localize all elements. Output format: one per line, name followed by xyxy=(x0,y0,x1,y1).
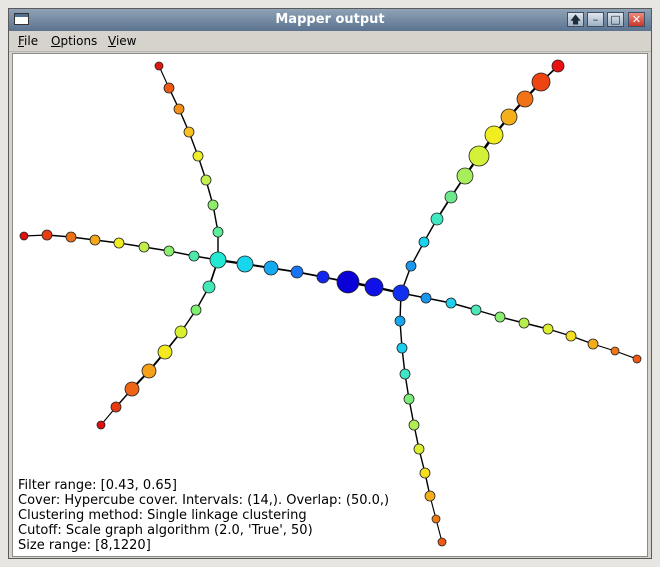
graph-node[interactable] xyxy=(610,346,620,356)
mapper-graph-canvas[interactable]: Filter range: [0.43, 0.65] Cover: Hyperc… xyxy=(12,53,648,557)
graph-node[interactable] xyxy=(41,229,53,241)
graph-node[interactable] xyxy=(396,342,408,354)
graph-node[interactable] xyxy=(494,311,506,323)
graph-node[interactable] xyxy=(500,108,518,126)
menu-bar: File Options View xyxy=(9,31,651,52)
graph-node[interactable] xyxy=(565,330,577,342)
graph-node[interactable] xyxy=(316,270,330,284)
graph-node[interactable] xyxy=(89,234,101,246)
graph-node[interactable] xyxy=(542,323,554,335)
graph-node[interactable] xyxy=(138,241,150,253)
graph-node[interactable] xyxy=(290,265,304,279)
graph-node[interactable] xyxy=(236,255,254,273)
menu-options[interactable]: Options xyxy=(51,34,97,48)
graph-node[interactable] xyxy=(551,59,565,73)
graph-node[interactable] xyxy=(209,251,227,269)
cover-text: Cover: Hypercube cover. Intervals: (14,)… xyxy=(18,493,390,508)
graph-node[interactable] xyxy=(154,61,164,71)
menu-file[interactable]: File xyxy=(18,34,38,48)
graph-node[interactable] xyxy=(468,145,490,167)
graph-edges xyxy=(23,65,638,543)
graph-node[interactable] xyxy=(157,344,173,360)
mapper-output-window: Mapper output 🡅 – □ ✕ File Options View … xyxy=(8,8,652,559)
graph-node[interactable] xyxy=(263,260,279,276)
graph-node[interactable] xyxy=(392,284,410,302)
graph-node[interactable] xyxy=(444,190,458,204)
graph-node[interactable] xyxy=(212,226,224,238)
shade-up-button[interactable]: 🡅 xyxy=(567,12,584,27)
graph-node[interactable] xyxy=(65,231,77,243)
graph-node[interactable] xyxy=(437,537,447,547)
graph-node[interactable] xyxy=(403,393,415,405)
graph-info-panel: Filter range: [0.43, 0.65] Cover: Hyperc… xyxy=(18,478,389,553)
graph-node[interactable] xyxy=(632,354,642,364)
graph-node[interactable] xyxy=(113,237,125,249)
graph-node[interactable] xyxy=(531,72,551,92)
graph-node[interactable] xyxy=(207,199,219,211)
graph-node[interactable] xyxy=(587,338,599,350)
graph-node[interactable] xyxy=(399,368,411,380)
maximize-button[interactable]: □ xyxy=(607,12,624,27)
graph-node[interactable] xyxy=(405,260,417,272)
graph-node[interactable] xyxy=(96,420,106,430)
close-button[interactable]: ✕ xyxy=(628,12,645,27)
graph-node[interactable] xyxy=(518,317,530,329)
size-range-text: Size range: [8,1220] xyxy=(18,538,151,553)
clustering-method-text: Clustering method: Single linkage cluste… xyxy=(18,508,307,523)
graph-node[interactable] xyxy=(200,174,212,186)
menu-view[interactable]: View xyxy=(108,34,136,48)
title-bar[interactable]: Mapper output 🡅 – □ ✕ xyxy=(9,9,651,31)
graph-node[interactable] xyxy=(430,212,444,226)
graph-node[interactable] xyxy=(484,125,504,145)
graph-node[interactable] xyxy=(141,363,157,379)
graph-node[interactable] xyxy=(174,325,188,339)
graph-node[interactable] xyxy=(336,270,360,294)
cutoff-text: Cutoff: Scale graph algorithm (2.0, 'Tru… xyxy=(18,523,313,538)
minimize-button[interactable]: – xyxy=(587,12,604,27)
graph-node[interactable] xyxy=(163,82,175,94)
graph-node[interactable] xyxy=(192,150,204,162)
graph-node[interactable] xyxy=(124,381,140,397)
graph-node[interactable] xyxy=(183,126,195,138)
graph-node[interactable] xyxy=(420,292,432,304)
graph-node[interactable] xyxy=(418,236,430,248)
graph-node[interactable] xyxy=(419,467,431,479)
graph-node[interactable] xyxy=(516,90,534,108)
graph-node[interactable] xyxy=(470,304,482,316)
graph-node[interactable] xyxy=(394,315,406,327)
graph-node[interactable] xyxy=(408,419,420,431)
graph-node[interactable] xyxy=(445,297,457,309)
graph-node[interactable] xyxy=(110,401,122,413)
graph-node[interactable] xyxy=(431,514,441,524)
window-title: Mapper output xyxy=(275,12,385,27)
filter-range-text: Filter range: [0.43, 0.65] xyxy=(18,478,177,493)
graph-node[interactable] xyxy=(456,167,474,185)
graph-node[interactable] xyxy=(424,490,436,502)
graph-node[interactable] xyxy=(173,103,185,115)
graph-node[interactable] xyxy=(190,304,202,316)
graph-node[interactable] xyxy=(202,280,216,294)
graph-node[interactable] xyxy=(163,245,175,257)
graph-node[interactable] xyxy=(19,231,29,241)
graph-node[interactable] xyxy=(364,277,384,297)
graph-node[interactable] xyxy=(413,443,425,455)
graph-node[interactable] xyxy=(188,250,200,262)
graph-nodes xyxy=(19,59,642,547)
